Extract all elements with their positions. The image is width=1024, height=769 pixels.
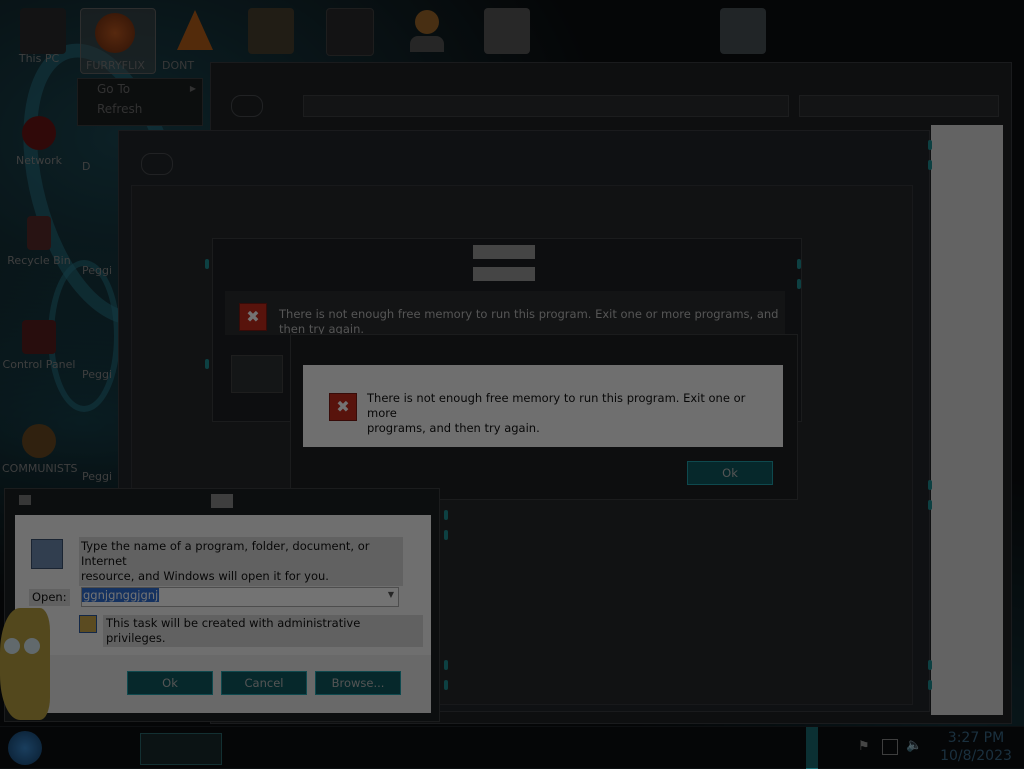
desktop-icon-recycle-bin[interactable]: Recycle Bin — [2, 216, 76, 267]
run-ok-button[interactable]: Ok — [127, 671, 213, 695]
desktop-icon-control-panel[interactable]: Control Panel — [2, 320, 76, 371]
address-bar[interactable] — [303, 95, 789, 117]
run-program-icon — [31, 539, 63, 569]
open-label: Open: — [29, 589, 70, 606]
open-input[interactable]: ggnjgnggjgnj ▼ — [81, 587, 399, 607]
desktop-icon-network[interactable]: Network — [2, 116, 76, 167]
error-ok-button[interactable]: Ok — [687, 461, 773, 485]
firefox-icon — [95, 13, 135, 53]
shield-icon — [79, 615, 97, 633]
desktop-icon-peggi-2[interactable]: Peggi — [82, 368, 112, 381]
run-icon — [19, 495, 31, 505]
user-icon[interactable] — [404, 8, 450, 54]
error-message-line1: There is not enough free memory to run t… — [367, 391, 746, 420]
error-dialog-front: ✖ There is not enough free memory to run… — [290, 334, 798, 500]
dropdown-arrow-icon[interactable]: ▼ — [388, 590, 394, 599]
java-icon[interactable] — [484, 8, 530, 54]
flag-icon[interactable]: ⚑ — [858, 739, 872, 754]
run-dialog: Type the name of a program, folder, docu… — [4, 488, 440, 722]
desktop-icon-peggi-3[interactable]: Peggi — [82, 470, 112, 483]
admin-note: This task will be created with administr… — [103, 615, 423, 647]
nav-buttons-icon[interactable] — [141, 153, 173, 175]
search-box[interactable] — [799, 95, 999, 117]
taskbar-program-button[interactable] — [140, 733, 222, 765]
start-button[interactable] — [8, 731, 42, 765]
error-back-message: There is not enough free memory to run t… — [279, 307, 779, 336]
control-panel-icon — [22, 320, 56, 354]
network-icon — [22, 116, 56, 150]
furryflix-label: FURRYFLIX — [86, 59, 145, 72]
run-dialog-body: Type the name of a program, folder, docu… — [15, 515, 431, 713]
app-icon-2[interactable] — [720, 8, 766, 54]
error-message-line2: programs, and then try again. — [367, 421, 540, 435]
desktop-icon-communists[interactable]: COMMUNISTS — [2, 424, 78, 475]
title-block — [473, 267, 535, 281]
taskbar: ⚑ 🔈 3:27 PM 10/8/2023 — [0, 726, 1024, 769]
clock-date: 10/8/2023 — [940, 748, 1012, 764]
desktop-icon-peggi-1[interactable]: Peggi — [82, 264, 112, 277]
run-description-line2: resource, and Windows will open it for y… — [81, 569, 329, 583]
app-icon[interactable] — [326, 8, 374, 56]
error-front-body: ✖ There is not enough free memory to run… — [303, 365, 783, 447]
run-browse-button[interactable]: Browse... — [315, 671, 401, 695]
error-back-body: ✖ There is not enough free memory to run… — [225, 291, 785, 336]
error-icon: ✖ — [239, 303, 267, 331]
this-pc-top-icon[interactable] — [20, 8, 66, 54]
clock[interactable]: 3:27 PM 10/8/2023 — [936, 729, 1016, 765]
clock-time: 3:27 PM — [947, 730, 1005, 746]
context-menu: Go To ▶ Refresh — [77, 78, 203, 126]
striped-handle — [231, 355, 283, 393]
submenu-arrow-icon: ▶ — [189, 84, 196, 93]
document-icon[interactable] — [248, 8, 294, 54]
desktop-icon-d[interactable]: D — [82, 160, 112, 173]
character-sticker — [0, 608, 50, 720]
nav-buttons-icon[interactable] — [231, 95, 263, 117]
explorer-content-pane — [931, 125, 1003, 715]
vlc-icon[interactable] — [172, 8, 218, 54]
context-menu-refresh[interactable]: Refresh — [78, 99, 202, 119]
show-desktop-button[interactable] — [806, 727, 818, 769]
error-icon: ✖ — [329, 393, 357, 421]
volume-icon[interactable]: 🔈 — [906, 738, 922, 753]
run-description-line1: Type the name of a program, folder, docu… — [81, 539, 370, 568]
recycle-bin-icon — [27, 216, 51, 250]
dont-label: DONT — [162, 59, 195, 72]
network-tray-icon[interactable] — [882, 739, 898, 755]
money-bag-icon — [22, 424, 56, 458]
title-block — [211, 494, 233, 508]
context-menu-go-to[interactable]: Go To ▶ — [78, 79, 202, 99]
run-cancel-button[interactable]: Cancel — [221, 671, 307, 695]
title-block — [473, 245, 535, 259]
